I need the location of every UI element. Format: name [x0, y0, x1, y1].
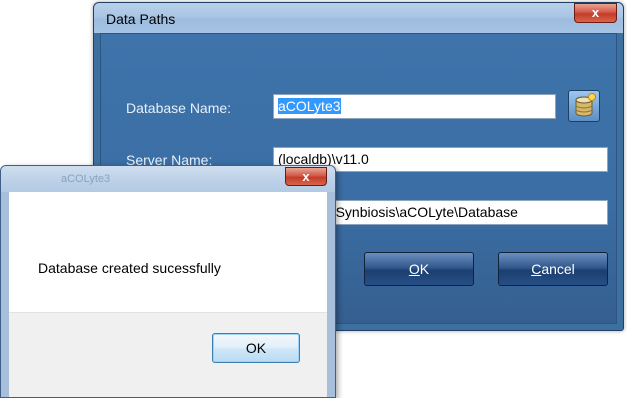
database-picker-button[interactable]	[568, 90, 600, 122]
message-box-title: aCOLyte3	[61, 173, 111, 185]
close-icon: x	[302, 169, 310, 184]
message-text: Database created sucessfully	[38, 260, 221, 276]
close-button[interactable]: x	[574, 3, 617, 23]
database-icon	[575, 93, 596, 117]
ok-label-rest: K	[419, 261, 430, 277]
cancel-button[interactable]: Cancel	[498, 252, 608, 286]
cancel-accelerator: C	[531, 261, 542, 277]
message-box-footer: OK	[9, 312, 327, 397]
ok-accelerator: O	[408, 261, 420, 277]
ok-button[interactable]: OK	[364, 252, 474, 286]
database-name-input[interactable]: aCOLyte3	[273, 94, 556, 119]
database-name-value: aCOLyte3	[278, 98, 341, 114]
message-box-titlebar[interactable]: aCOLyte3 x	[1, 166, 335, 192]
message-box-close-button[interactable]: x	[285, 167, 327, 186]
message-ok-label: OK	[245, 340, 267, 356]
cancel-label-rest: ancel	[541, 261, 575, 277]
window-title: Data Paths	[106, 11, 176, 27]
message-box-client: Database created sucessfully OK	[9, 192, 327, 397]
database-name-label: Database Name:	[126, 100, 232, 116]
close-icon: x	[591, 5, 600, 20]
data-paths-titlebar[interactable]: Data Paths x	[94, 3, 623, 33]
message-box-window: aCOLyte3 x Database created sucessfully …	[0, 165, 336, 398]
message-ok-button[interactable]: OK	[212, 333, 300, 363]
